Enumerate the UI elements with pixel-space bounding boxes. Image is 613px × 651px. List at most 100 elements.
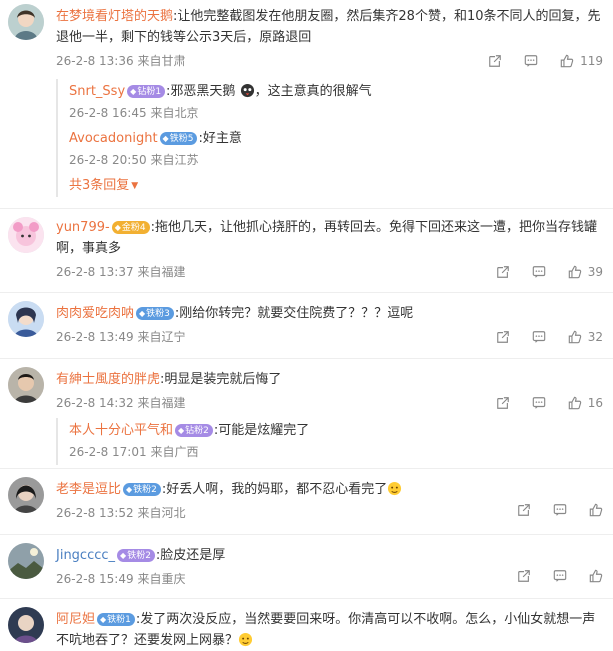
reply-username[interactable]: 本人十分心平气和 <box>69 423 173 438</box>
comment-button[interactable] <box>524 54 538 68</box>
fan-badge: ◆铁粉2 <box>123 483 161 496</box>
comment-button[interactable] <box>532 396 546 410</box>
comment-username[interactable]: 阿尼妲 <box>56 612 95 627</box>
comment-meta: 26-2-8 13:36 来自甘肃 119 <box>56 51 603 71</box>
share-icon <box>496 266 509 278</box>
like-button[interactable]: 32 <box>568 327 603 347</box>
comment-body: :发了两次没反应，当然要要回来呀。你清高可以不收啊。怎么，小仙女就想一声不吭地吞… <box>56 612 596 648</box>
share-icon <box>518 504 530 516</box>
user-avatar[interactable] <box>8 301 44 337</box>
comment-icon <box>532 331 545 343</box>
reply-list: Snrt_Ssy ◆钻粉1:邪恶黑天鹅 ，这主意真的很解气 26-2-8 16:4… <box>56 79 603 197</box>
reply-text: Avocadonight ◆铁粉5:好主意 <box>69 129 603 149</box>
like-button[interactable]: 16 <box>568 393 603 413</box>
reply-body: :邪恶黑天鹅 <box>166 84 236 99</box>
comment-meta: 26-2-8 14:32 来自福建 16 <box>56 393 603 413</box>
fan-badge: ◆铁粉2 <box>117 549 155 562</box>
comment-icon <box>532 266 545 278</box>
comment-icon <box>553 504 567 516</box>
share-icon <box>489 55 501 67</box>
comment-item: 老李是逗比 ◆铁粉2:好丢人啊，我的妈耶，都不忍心看完了 26-2-8 13:52… <box>0 469 613 535</box>
like-button[interactable] <box>589 503 603 517</box>
reply-text: 本人十分心平气和 ◆钻粉2:可能是炫耀完了 <box>69 421 603 441</box>
comment-text: yun799- ◆金粉4:拖他几天，让他抓心挠肝的，再转回去。免得下回还来这一遭，… <box>56 217 603 259</box>
like-icon <box>589 503 603 517</box>
fan-badge: ◆铁粉3 <box>136 307 174 320</box>
comment-icon <box>553 570 567 582</box>
like-count: 119 <box>580 54 603 68</box>
comment-button[interactable] <box>532 330 546 344</box>
comment-item: yun799- ◆金粉4:拖他几天，让他抓心挠肝的，再转回去。免得下回还来这一遭，… <box>0 209 613 293</box>
comment-actions: 32 <box>474 327 603 347</box>
share-button[interactable] <box>517 503 531 517</box>
comment-button[interactable] <box>532 265 546 279</box>
reply-body: :可能是炫耀完了 <box>213 423 310 438</box>
face-emoji-icon <box>388 481 402 496</box>
reply-list: 本人十分心平气和 ◆钻粉2:可能是炫耀完了 26-2-8 17:01 来自广西 <box>56 418 603 465</box>
comment-button[interactable] <box>553 503 567 517</box>
share-button[interactable] <box>496 265 510 279</box>
comment-actions <box>495 503 603 517</box>
like-icon <box>568 330 581 344</box>
comment-location: 来自甘肃 <box>137 54 186 68</box>
like-count: 32 <box>587 330 603 344</box>
comment-item: 有紳士風度的胖虎:明显是装完就后悔了 26-2-8 14:32 来自福建 16 … <box>0 359 613 469</box>
like-count: 16 <box>587 396 603 410</box>
comment-button[interactable] <box>553 569 567 583</box>
comment-meta: 26-2-8 13:52 来自河北 <box>56 503 603 523</box>
user-avatar[interactable] <box>8 543 44 579</box>
user-avatar[interactable] <box>8 217 44 253</box>
comment-text: 老李是逗比 ◆铁粉2:好丢人啊，我的妈耶，都不忍心看完了 <box>56 479 603 500</box>
black-swan-emoji-icon <box>240 83 254 98</box>
reply-username[interactable]: Snrt_Ssy <box>69 84 125 99</box>
user-avatar[interactable] <box>8 367 44 403</box>
reply-text: Snrt_Ssy ◆钻粉1:邪恶黑天鹅 ，这主意真的很解气 <box>69 83 372 99</box>
comment-body: :好丢人啊，我的妈耶，都不忍心看完了 <box>161 482 388 497</box>
comment-item: 在梦境看灯塔的天鹅:让他完整截图发在他朋友圈，然后集齐28个赞，和10条不同人的… <box>0 0 613 209</box>
share-button[interactable] <box>496 396 510 410</box>
fan-badge: ◆铁粉5 <box>159 132 198 145</box>
comment-item: 阿尼妲 ◆铁粉1:发了两次没反应，当然要要回来呀。你清高可以不收啊。怎么，小仙女就… <box>0 599 613 648</box>
user-avatar[interactable] <box>8 4 44 40</box>
comment-text: 有紳士風度的胖虎:明显是装完就后悔了 <box>56 369 603 390</box>
comment-icon <box>524 55 538 67</box>
comment-actions: 119 <box>466 51 603 71</box>
comment-meta: 26-2-8 15:49 来自重庆 <box>56 569 603 589</box>
comment-text: 在梦境看灯塔的天鹅:让他完整截图发在他朋友圈，然后集齐28个赞，和10条不同人的… <box>56 6 603 48</box>
user-avatar[interactable] <box>8 607 44 643</box>
comment-username[interactable]: 肉肉爱吃肉呐 <box>56 306 134 321</box>
comment-item: Jingcccc_ ◆铁粉2:脸皮还是厚 26-2-8 15:49 来自重庆 <box>0 535 613 599</box>
comment-username[interactable]: yun799- <box>56 220 110 235</box>
share-icon <box>518 570 530 582</box>
comment-username[interactable]: 有紳士風度的胖虎 <box>56 372 160 387</box>
like-button[interactable]: 39 <box>568 262 603 282</box>
like-button[interactable]: 119 <box>560 51 603 71</box>
face-emoji-icon <box>238 632 253 647</box>
comment-username[interactable]: 在梦境看灯塔的天鹅 <box>56 9 173 24</box>
reply-item: Snrt_Ssy ◆钻粉1:邪恶黑天鹅 ，这主意真的很解气 26-2-8 16:4… <box>69 79 603 126</box>
user-avatar[interactable] <box>8 477 44 513</box>
comment-item: 肉肉爱吃肉呐 ◆铁粉3:刚给你转完？就要交住院费了？？？逗呢 26-2-8 13:… <box>0 293 613 359</box>
like-button[interactable] <box>589 569 603 583</box>
reply-meta: 26-2-8 17:01 来自广西 <box>69 445 199 459</box>
fan-badge: ◆钻粉1 <box>127 85 166 98</box>
reply-username[interactable]: Avocadonight <box>69 131 158 146</box>
reply-item: Avocadonight ◆铁粉5:好主意 26-2-8 20:50 来自江苏 <box>69 126 603 173</box>
comment-username[interactable]: 老李是逗比 <box>56 482 121 497</box>
reply-meta: 26-2-8 16:45 来自北京 <box>69 106 199 120</box>
share-button[interactable] <box>517 569 531 583</box>
comment-text: Jingcccc_ ◆铁粉2:脸皮还是厚 <box>56 545 603 566</box>
like-icon <box>560 54 574 68</box>
like-icon <box>589 569 603 583</box>
comment-meta: 26-2-8 13:37 来自福建 39 <box>56 262 603 282</box>
comment-actions <box>495 569 603 583</box>
share-button[interactable] <box>488 54 502 68</box>
reply-meta: 26-2-8 20:50 来自江苏 <box>69 153 199 167</box>
chevron-down-icon: ▼ <box>131 181 139 191</box>
comment-time: 26-2-8 13:36 <box>56 54 134 68</box>
comment-username[interactable]: Jingcccc_ <box>56 548 115 563</box>
share-icon <box>496 397 509 409</box>
more-replies-link[interactable]: 共3条回复 ▼ <box>69 175 603 197</box>
like-icon <box>568 396 581 410</box>
share-button[interactable] <box>496 330 510 344</box>
